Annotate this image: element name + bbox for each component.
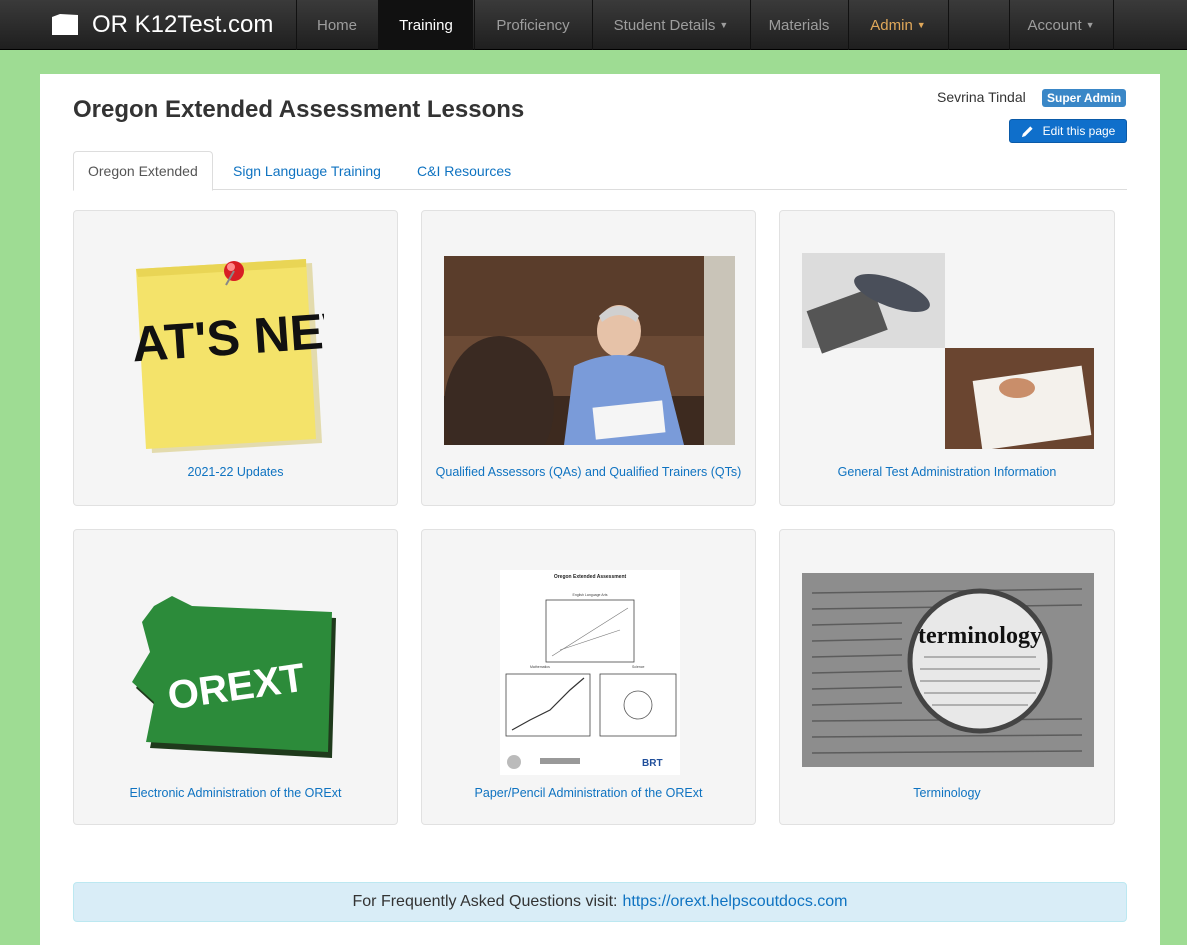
svg-text:terminology: terminology xyxy=(918,623,1042,649)
terminology-magnifier-image: terminology xyxy=(802,573,1094,767)
role-badge: Super Admin xyxy=(1042,89,1127,107)
edit-page-button[interactable]: Edit this page xyxy=(1009,119,1127,143)
brand-text: OR K12Test.com xyxy=(92,11,274,38)
svg-text:Science: Science xyxy=(632,665,645,669)
card-paper-pencil-administration[interactable]: Oregon Extended Assessment English Langu… xyxy=(421,529,756,825)
tab-ci-resources[interactable]: C&I Resources xyxy=(417,151,511,190)
nav-proficiency[interactable]: Proficiency xyxy=(474,0,591,50)
svg-text:English Language Arts: English Language Arts xyxy=(572,593,607,597)
card-label: Paper/Pencil Administration of the ORExt xyxy=(474,786,703,800)
faq-link[interactable]: https://orext.helpscoutdocs.com xyxy=(623,893,848,911)
oregon-state-icon xyxy=(52,14,78,35)
card-qualified-assessors[interactable]: Qualified Assessors (QAs) and Qualified … xyxy=(421,210,756,506)
card-general-test-administration[interactable]: General Test Administration Information xyxy=(779,210,1115,506)
tab-bar: Oregon Extended Sign Language Training C… xyxy=(73,151,1127,191)
nav-account[interactable]: Account ▼ xyxy=(1009,0,1112,50)
tab-oregon-extended[interactable]: Oregon Extended xyxy=(73,151,213,191)
nav-home[interactable]: Home xyxy=(296,0,377,50)
nav-admin[interactable]: Admin ▼ xyxy=(848,0,947,50)
svg-text:Oregon Extended Assessment: Oregon Extended Assessment xyxy=(554,574,627,580)
nav-spacer xyxy=(948,0,1008,50)
svg-text:BRT: BRT xyxy=(642,758,663,769)
card-label: Terminology xyxy=(913,786,981,800)
assessor-photo xyxy=(444,256,735,445)
tab-sign-language-training[interactable]: Sign Language Training xyxy=(233,151,381,190)
card-label: Electronic Administration of the ORExt xyxy=(129,786,342,800)
nav-training[interactable]: Training xyxy=(378,0,473,50)
chevron-down-icon: ▼ xyxy=(916,20,926,30)
nav-spacer-right xyxy=(1113,0,1187,50)
chevron-down-icon: ▼ xyxy=(1085,20,1095,30)
orext-oregon-image: OREXT xyxy=(132,592,337,762)
top-navbar: OR K12Test.com Home Training Proficiency… xyxy=(0,0,1187,50)
faq-banner: For Frequently Asked Questions visit: ht… xyxy=(73,882,1127,922)
whats-new-image: WHAT'S NEW? xyxy=(134,243,324,455)
svg-text:Mathematics: Mathematics xyxy=(530,665,550,669)
laptop-writing-image xyxy=(802,253,1094,449)
content-panel: Oregon Extended Assessment Lessons Sevri… xyxy=(40,74,1160,945)
user-name: Sevrina Tindal xyxy=(937,89,1026,105)
card-label: General Test Administration Information xyxy=(837,465,1057,479)
pencil-icon xyxy=(1021,125,1033,137)
nav-student-details[interactable]: Student Details ▼ xyxy=(592,0,749,50)
card-2021-22-updates[interactable]: WHAT'S NEW? 2021-22 Updates xyxy=(73,210,398,506)
card-electronic-administration[interactable]: OREXT Electronic Administration of the O… xyxy=(73,529,398,825)
chevron-down-icon: ▼ xyxy=(719,20,729,30)
page-title: Oregon Extended Assessment Lessons xyxy=(73,96,525,123)
paper-booklet-image: Oregon Extended Assessment English Langu… xyxy=(500,570,680,775)
nav-materials[interactable]: Materials xyxy=(750,0,847,50)
faq-text: For Frequently Asked Questions visit: xyxy=(352,893,618,910)
card-terminology[interactable]: terminology Terminology xyxy=(779,529,1115,825)
brand-link[interactable]: OR K12Test.com xyxy=(50,0,273,50)
card-label: 2021-22 Updates xyxy=(187,465,284,479)
card-label: Qualified Assessors (QAs) and Qualified … xyxy=(435,465,742,479)
